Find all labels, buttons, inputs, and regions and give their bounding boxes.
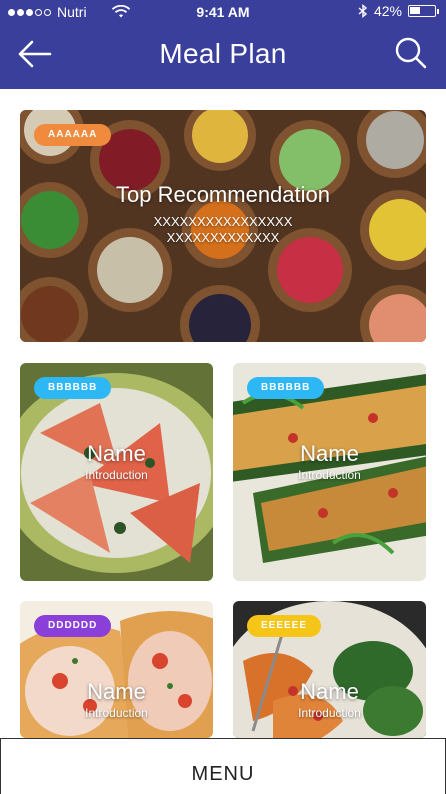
menu-button[interactable]: MENU (0, 738, 446, 794)
menu-label: MENU (191, 763, 255, 785)
featured-subtitle-line1: XXXXXXXXXXXXXXXX (153, 214, 293, 229)
search-icon[interactable] (394, 36, 428, 70)
card-name: Name (87, 441, 146, 466)
navigation-header: Meal Plan (0, 24, 446, 89)
card-badge: BBBBBB (34, 377, 112, 399)
battery-percent: 42% (373, 3, 402, 19)
featured-title: Top Recommendation (115, 182, 330, 207)
card-introduction: Introduction (85, 706, 148, 720)
featured-subtitle-line2: XXXXXXXXXXXXX (166, 230, 280, 245)
battery-icon (408, 5, 439, 17)
meal-card[interactable]: DDDDDD Name Introduction (20, 601, 213, 738)
card-name: Name (300, 679, 359, 704)
card-badge: EEEEEE (247, 615, 322, 637)
card-name: Name (300, 441, 359, 466)
page-title: Meal Plan (159, 38, 287, 69)
card-name: Name (87, 679, 146, 704)
status-bar: Nutri 9:41 AM 42% (0, 0, 446, 24)
card-badge: BBBBBB (247, 377, 325, 399)
bluetooth-icon (358, 4, 368, 18)
featured-recommendation-card[interactable]: AAAAAA Top Recommendation XXXXXXXXXXXXXX… (20, 110, 426, 342)
card-introduction: Introduction (85, 468, 148, 482)
featured-badge: AAAAAA (34, 124, 112, 146)
card-badge: DDDDDD (34, 615, 112, 637)
meal-card[interactable]: BBBBBB Name Introduction (20, 363, 213, 581)
meal-card[interactable]: BBBBBB Name Introduction (233, 363, 426, 581)
card-introduction: Introduction (298, 468, 361, 482)
card-introduction: Introduction (298, 706, 361, 720)
meal-card[interactable]: EEEEEE Name Introduction (233, 601, 426, 738)
